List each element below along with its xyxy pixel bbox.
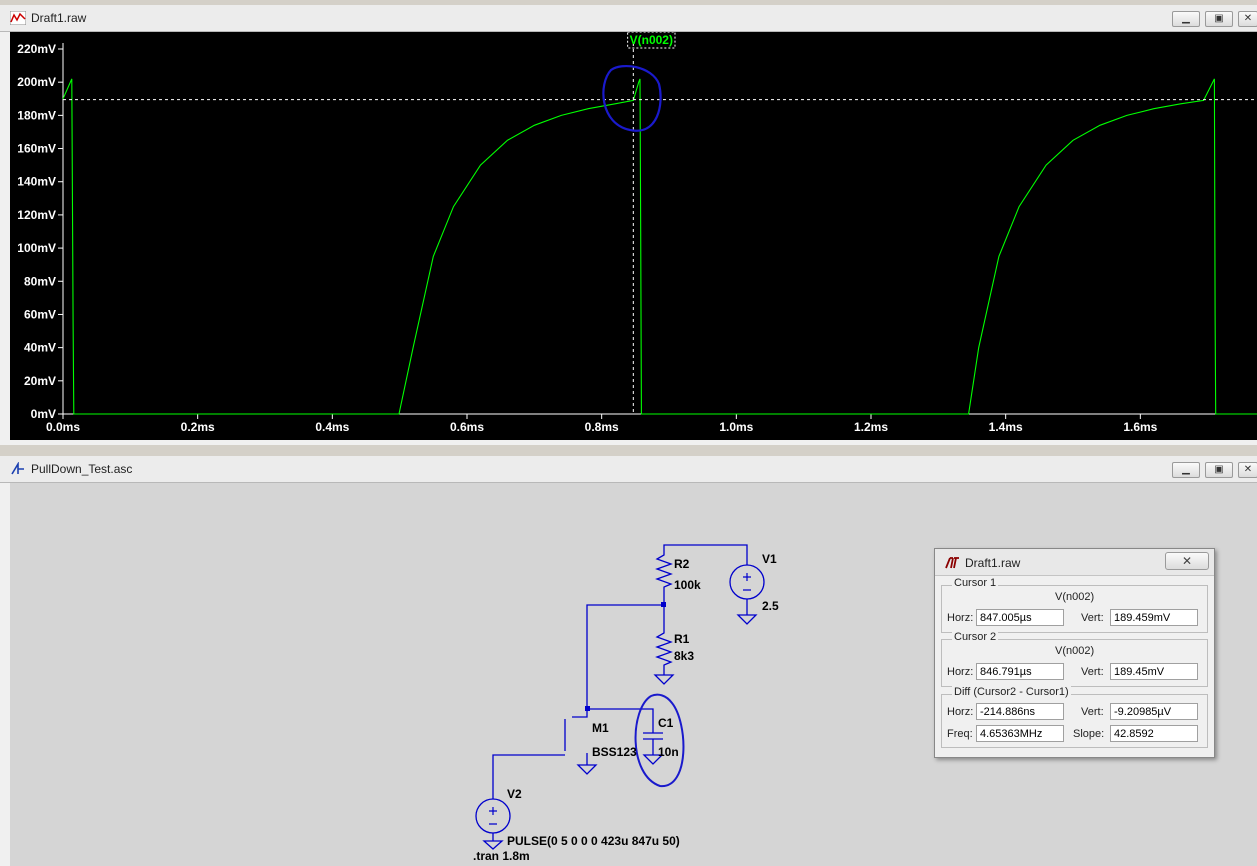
cursor1-group: Cursor 1 V(n002) Horz: 847.005µs Vert: 1… [941,577,1208,633]
y-tick-label: 120mV [17,208,56,222]
v2-name[interactable]: V2 [507,787,522,801]
schematic-titlebar[interactable]: PullDown_Test.asc ▁ ▣ ✕ [0,456,1257,483]
r1-value[interactable]: 8k3 [674,649,694,663]
y-tick-label: 200mV [17,75,56,89]
c1-name[interactable]: C1 [658,716,674,730]
c1-value[interactable]: 10n [658,745,679,759]
resistor-r1[interactable] [655,605,673,675]
diff-slope-field[interactable]: 42.8592 [1110,725,1198,742]
ground-m1[interactable] [576,764,598,775]
cursor2-horz-field[interactable]: 846.791µs [976,663,1064,680]
cursor-dialog-close-button[interactable]: ✕ [1165,552,1209,570]
waveform-titlebar[interactable]: Draft1.raw ▁ ▣ ✕ [0,5,1257,32]
cursor-dialog-title: Draft1.raw [965,556,1021,570]
cursor1-horz-field[interactable]: 847.005µs [976,609,1064,626]
resistor-r2[interactable] [655,549,673,605]
hand-drawn-circle-annotation [602,65,662,132]
x-tick-label: 1.4ms [989,420,1023,434]
x-tick-label: 0.2ms [181,420,215,434]
schematic-icon [11,462,24,475]
trace-v-n002[interactable] [62,78,1257,415]
y-tick-label: 60mV [24,307,56,321]
cursor1-vert-label: Vert: [1081,612,1104,624]
x-tick-label: 1.0ms [719,420,753,434]
diff-vert-label: Vert: [1081,706,1104,718]
waveform-icon [10,11,26,25]
plot-area[interactable]: 220mV 200mV 180mV 160mV 140mV 120mV 100mV 80mV 6… [10,32,1257,440]
cursor-readout-dialog[interactable]: Draft1.raw ✕ Cursor 1 V(n002) Horz: 847.… [934,548,1215,758]
cursor2-vert-field[interactable]: 189.45mV [1110,663,1198,680]
cursor2-group: Cursor 2 V(n002) Horz: 846.791µs Vert: 1… [941,631,1208,687]
diff-slope-label: Slope: [1073,728,1105,740]
cursor2-label: Cursor 2 [952,631,999,643]
trace-label[interactable]: V(n002) [630,33,673,47]
restore-button[interactable]: ▣ [1205,11,1233,27]
ground-v1[interactable] [736,614,758,625]
y-tick-label: 20mV [24,374,56,388]
y-tick-label: 180mV [17,108,56,122]
v1-value[interactable]: 2.5 [762,599,779,613]
diff-freq-label: Freq: [947,728,973,740]
voltage-source-v1[interactable] [729,564,765,600]
m1-model[interactable]: BSS123 [592,745,637,759]
r1-name[interactable]: R1 [674,632,690,646]
v1-name[interactable]: V1 [762,552,777,566]
diff-group: Diff (Cursor2 - Cursor1) Horz: -214.886n… [941,686,1208,748]
voltage-source-v2[interactable] [475,798,511,834]
mosfet-m1[interactable] [572,709,588,718]
y-tick-label: 40mV [24,341,56,355]
cursor1-horz-label: Horz: [947,612,974,624]
cursor1-vert-field[interactable]: 189.459mV [1110,609,1198,626]
y-tick-label: 0mV [31,407,56,421]
diff-horz-label: Horz: [947,706,974,718]
cursor1-signal: V(n002) [1055,591,1095,603]
y-tick-label: 80mV [24,274,56,288]
schematic-restore-button[interactable]: ▣ [1205,462,1233,478]
v2-value[interactable]: PULSE(0 5 0 0 0 423u 847u 50) [507,834,680,848]
wire-node-drain[interactable] [586,604,664,710]
y-tick-label: 140mV [17,175,56,189]
r2-value[interactable]: 100k [674,578,701,592]
ltspice-logo-icon [945,557,959,569]
cursor-dialog-titlebar[interactable]: Draft1.raw ✕ [935,549,1214,576]
x-tick-label: 0.0ms [46,420,80,434]
cursor2-vert-label: Vert: [1081,666,1104,678]
schematic-window-title: PullDown_Test.asc [31,462,133,476]
schematic-close-button[interactable]: ✕ [1238,462,1257,478]
cursor2-horz-label: Horz: [947,666,974,678]
x-tick-label: 1.6ms [1123,420,1157,434]
m1-name[interactable]: M1 [592,721,609,735]
cursor2-signal: V(n002) [1055,645,1095,657]
schematic-minimize-button[interactable]: ▁ [1172,462,1200,478]
ground-v2[interactable] [482,840,504,850]
wire-gate-v2[interactable] [492,754,565,799]
y-tick-label: 160mV [17,142,56,156]
diff-vert-field[interactable]: -9.20985µV [1110,703,1198,720]
capacitor-c1[interactable] [643,732,663,740]
x-tick-label: 0.4ms [315,420,349,434]
waveform-plot[interactable]: 220mV 200mV 180mV 160mV 140mV 120mV 100mV 80mV 6… [10,32,1257,440]
y-tick-label: 100mV [17,241,56,255]
y-tick-label: 220mV [17,42,56,56]
waveform-window-title: Draft1.raw [31,11,87,25]
minimize-button[interactable]: ▁ [1172,11,1200,27]
tran-directive[interactable]: .tran 1.8m [473,849,530,863]
cursor1-label: Cursor 1 [952,577,999,589]
diff-label: Diff (Cursor2 - Cursor1) [952,686,1071,698]
x-tick-label: 1.2ms [854,420,888,434]
ground-r1[interactable] [653,674,675,685]
r2-name[interactable]: R2 [674,557,690,571]
wire-c1[interactable] [610,708,654,733]
diff-freq-field[interactable]: 4.65363MHz [976,725,1064,742]
x-tick-label: 0.8ms [585,420,619,434]
x-tick-label: 0.6ms [450,420,484,434]
diff-horz-field[interactable]: -214.886ns [976,703,1064,720]
close-button[interactable]: ✕ [1238,11,1257,27]
